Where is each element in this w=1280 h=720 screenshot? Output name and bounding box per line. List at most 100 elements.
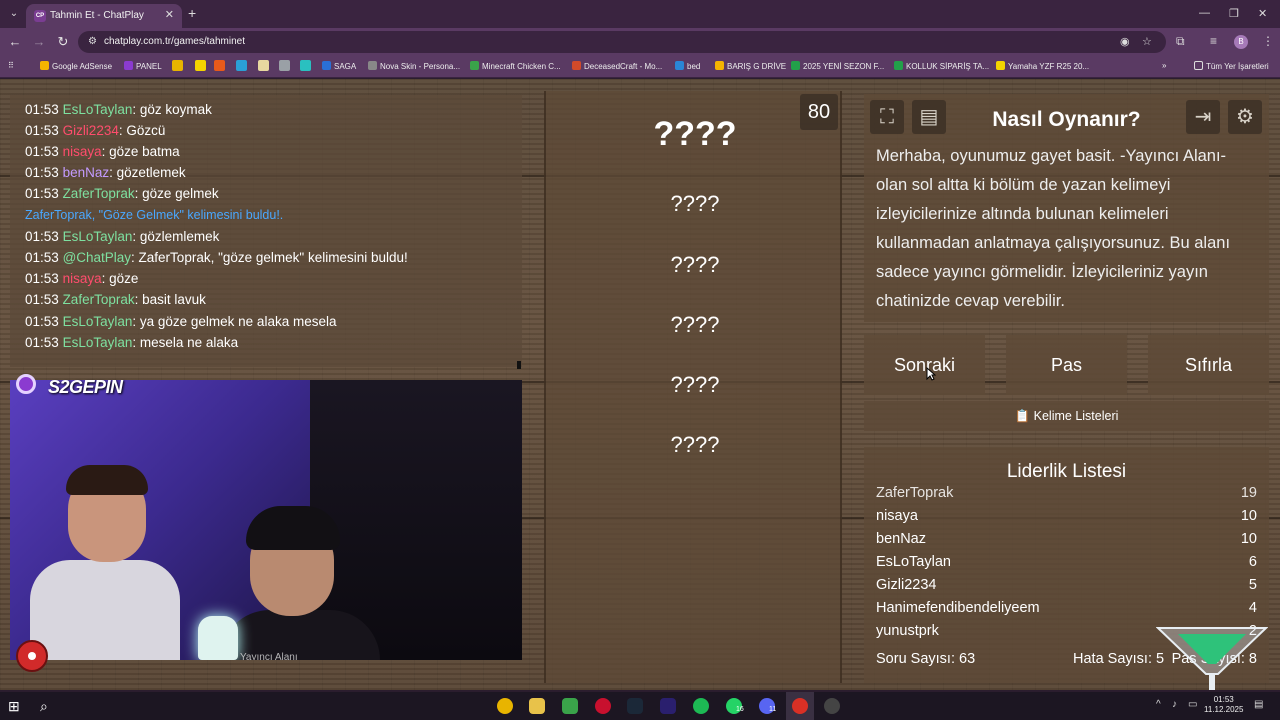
chrome-icon[interactable] bbox=[497, 698, 513, 714]
bookmark-item[interactable]: bed bbox=[675, 61, 700, 71]
eye-off-icon[interactable]: ◉ bbox=[1120, 35, 1130, 48]
steam-icon[interactable] bbox=[627, 698, 643, 714]
profile-avatar[interactable]: B bbox=[1234, 35, 1248, 49]
bookmark-icon[interactable] bbox=[300, 60, 311, 71]
bookmark-star-icon[interactable]: ☆ bbox=[1142, 35, 1152, 48]
reload-icon[interactable]: ↻ bbox=[55, 34, 71, 50]
chat-username: EsLoTaylan bbox=[62, 335, 133, 350]
chat-scrollbar[interactable] bbox=[517, 361, 521, 369]
chat-username: Gizli2234 bbox=[62, 123, 119, 138]
chat-username: nisaya bbox=[62, 144, 102, 159]
bookmark-item[interactable]: DeceasedCraft - Mo... bbox=[572, 61, 662, 71]
player-name: Hanimefendibendeliyeem bbox=[876, 600, 1040, 616]
question-count: Soru Sayısı: 63 bbox=[876, 651, 976, 667]
next-button[interactable]: Sonraki bbox=[864, 335, 985, 395]
volume-icon[interactable]: ♪ bbox=[1172, 699, 1177, 710]
forbidden-word: ???? bbox=[670, 312, 720, 337]
sheets-icon bbox=[791, 61, 800, 70]
countdown-timer: 80 bbox=[800, 94, 838, 130]
bookmark-item[interactable]: Nova Skin - Persona... bbox=[368, 61, 460, 71]
nova-skin-icon bbox=[368, 61, 377, 70]
windows-start-icon[interactable]: ⊞ bbox=[8, 698, 24, 714]
exit-icon[interactable]: ⇥ bbox=[1186, 100, 1220, 134]
search-icon[interactable]: ⌕ bbox=[40, 698, 56, 714]
minecraft-icon[interactable] bbox=[562, 698, 578, 714]
settings-gear-icon[interactable]: ⚙ bbox=[1228, 100, 1262, 134]
menu-icon[interactable]: ⋮ bbox=[1262, 34, 1274, 48]
player-name: nisaya bbox=[876, 508, 918, 524]
tray-chevron-icon[interactable]: ^ bbox=[1156, 699, 1161, 710]
streamer-area-caption: Yayıncı Alanı bbox=[240, 652, 298, 660]
bookmark-item[interactable]: Yamaha YZF R25 20... bbox=[996, 61, 1089, 71]
network-icon[interactable]: ▭ bbox=[1188, 699, 1197, 710]
minimize-icon[interactable]: — bbox=[1199, 7, 1210, 19]
forbidden-word: ???? bbox=[670, 191, 720, 216]
extensions-icon[interactable]: ⧉ bbox=[1176, 34, 1185, 49]
chat-message: 01:53 ZaferToprak: göze gelmek bbox=[25, 186, 219, 201]
streamer-webcam: Yayıncı Alanı bbox=[10, 380, 522, 660]
streamer-person bbox=[30, 465, 180, 660]
close-tab-icon[interactable]: ✕ bbox=[165, 8, 174, 21]
back-icon[interactable]: ← bbox=[7, 34, 23, 49]
reset-button[interactable]: Sıfırla bbox=[1148, 335, 1269, 395]
folder-icon bbox=[1194, 61, 1203, 70]
discord-badge: 11 bbox=[769, 706, 777, 713]
cocktail-glass-icon bbox=[1156, 627, 1268, 690]
leaderboard-row: benNaz 10 bbox=[876, 531, 1257, 553]
premiere-icon[interactable] bbox=[660, 698, 676, 714]
forbidden-word: ???? bbox=[670, 372, 720, 397]
browser-tab[interactable]: CP Tahmin Et - ChatPlay ✕ bbox=[26, 4, 182, 28]
chat-username: benNaz bbox=[62, 165, 110, 180]
pass-button[interactable]: Pas bbox=[1006, 335, 1127, 395]
bookmark-icon[interactable] bbox=[195, 60, 206, 71]
whatsapp-icon[interactable]: 16 bbox=[726, 698, 744, 714]
address-bar[interactable]: ⚙ chatplay.com.tr/games/tahminet ◉ ☆ bbox=[78, 31, 1166, 53]
how-to-play-panel: ⛶ ▤ Nasıl Oynanır? ⇥ ⚙ Merhaba, oyunumuz… bbox=[864, 94, 1269, 322]
leaderboard-row: EsLoTaylan 6 bbox=[876, 554, 1257, 576]
mouse-cursor-icon bbox=[926, 367, 936, 381]
bookmark-item[interactable]: PANEL bbox=[124, 61, 162, 71]
bookmark-item[interactable]: SAGA bbox=[322, 61, 356, 71]
spotify-icon[interactable] bbox=[693, 698, 709, 714]
player-name: ZaferToprak bbox=[876, 485, 954, 501]
chat-message: 01:53 EsLoTaylan: göz koymak bbox=[25, 102, 212, 117]
new-tab-icon[interactable]: + bbox=[188, 5, 196, 21]
site-info-icon[interactable]: ⚙ bbox=[88, 36, 97, 47]
chrome-active-icon[interactable] bbox=[792, 698, 808, 714]
discord-icon[interactable]: 11 bbox=[759, 698, 777, 714]
bookmark-icon[interactable] bbox=[258, 60, 269, 71]
bookmark-icon[interactable] bbox=[214, 60, 225, 71]
leaderboard-row: Gizli2234 5 bbox=[876, 577, 1257, 599]
bookmark-item[interactable]: Minecraft Chicken C... bbox=[470, 61, 561, 71]
all-bookmarks[interactable]: Tüm Yer İşaretleri bbox=[1194, 61, 1269, 71]
error-count: Hata Sayısı: 5 bbox=[1073, 651, 1165, 667]
bookmark-item[interactable]: 2025 YENİ SEZON F... bbox=[791, 61, 884, 71]
forward-icon[interactable]: → bbox=[31, 34, 47, 49]
chat-username: ZaferToprak bbox=[62, 292, 135, 307]
apps-icon[interactable]: ⠿ bbox=[8, 61, 14, 70]
tab-search-icon[interactable]: ⌄ bbox=[6, 6, 22, 22]
player-name: yunustprk bbox=[876, 623, 939, 639]
bookmark-item[interactable]: KOLLUK SİPARİŞ TA... bbox=[894, 61, 989, 71]
record-icon bbox=[16, 640, 48, 672]
player-score: 10 bbox=[1240, 531, 1257, 547]
bookmark-icon[interactable] bbox=[172, 60, 183, 71]
tab-title: Tahmin Et - ChatPlay bbox=[50, 10, 144, 21]
person-body bbox=[30, 560, 180, 660]
player-score: 10 bbox=[1240, 508, 1257, 524]
opera-icon[interactable] bbox=[595, 698, 611, 714]
browser-toolbar: ← → ↻ ⚙ chatplay.com.tr/games/tahminet ◉… bbox=[0, 28, 1280, 56]
obs-icon[interactable] bbox=[824, 698, 840, 714]
notification-icon[interactable]: ▤ bbox=[1254, 699, 1263, 710]
bookmark-icon[interactable] bbox=[236, 60, 247, 71]
more-bookmarks-icon[interactable]: » bbox=[1162, 61, 1166, 70]
bookmark-item[interactable]: BARIŞ G DRİVE bbox=[715, 61, 786, 71]
word-lists-button[interactable]: 📋 Kelime Listeleri bbox=[864, 401, 1269, 431]
media-icon[interactable]: ≡ bbox=[1210, 34, 1217, 48]
bookmark-item[interactable]: Google AdSense bbox=[40, 61, 112, 71]
system-clock[interactable]: 01:53 11.12.2025 bbox=[1204, 695, 1243, 715]
restore-icon[interactable]: ❐ bbox=[1229, 7, 1239, 20]
bookmark-icon[interactable] bbox=[279, 60, 290, 71]
window-close-icon[interactable]: ✕ bbox=[1258, 7, 1267, 20]
file-explorer-icon[interactable] bbox=[529, 698, 545, 714]
